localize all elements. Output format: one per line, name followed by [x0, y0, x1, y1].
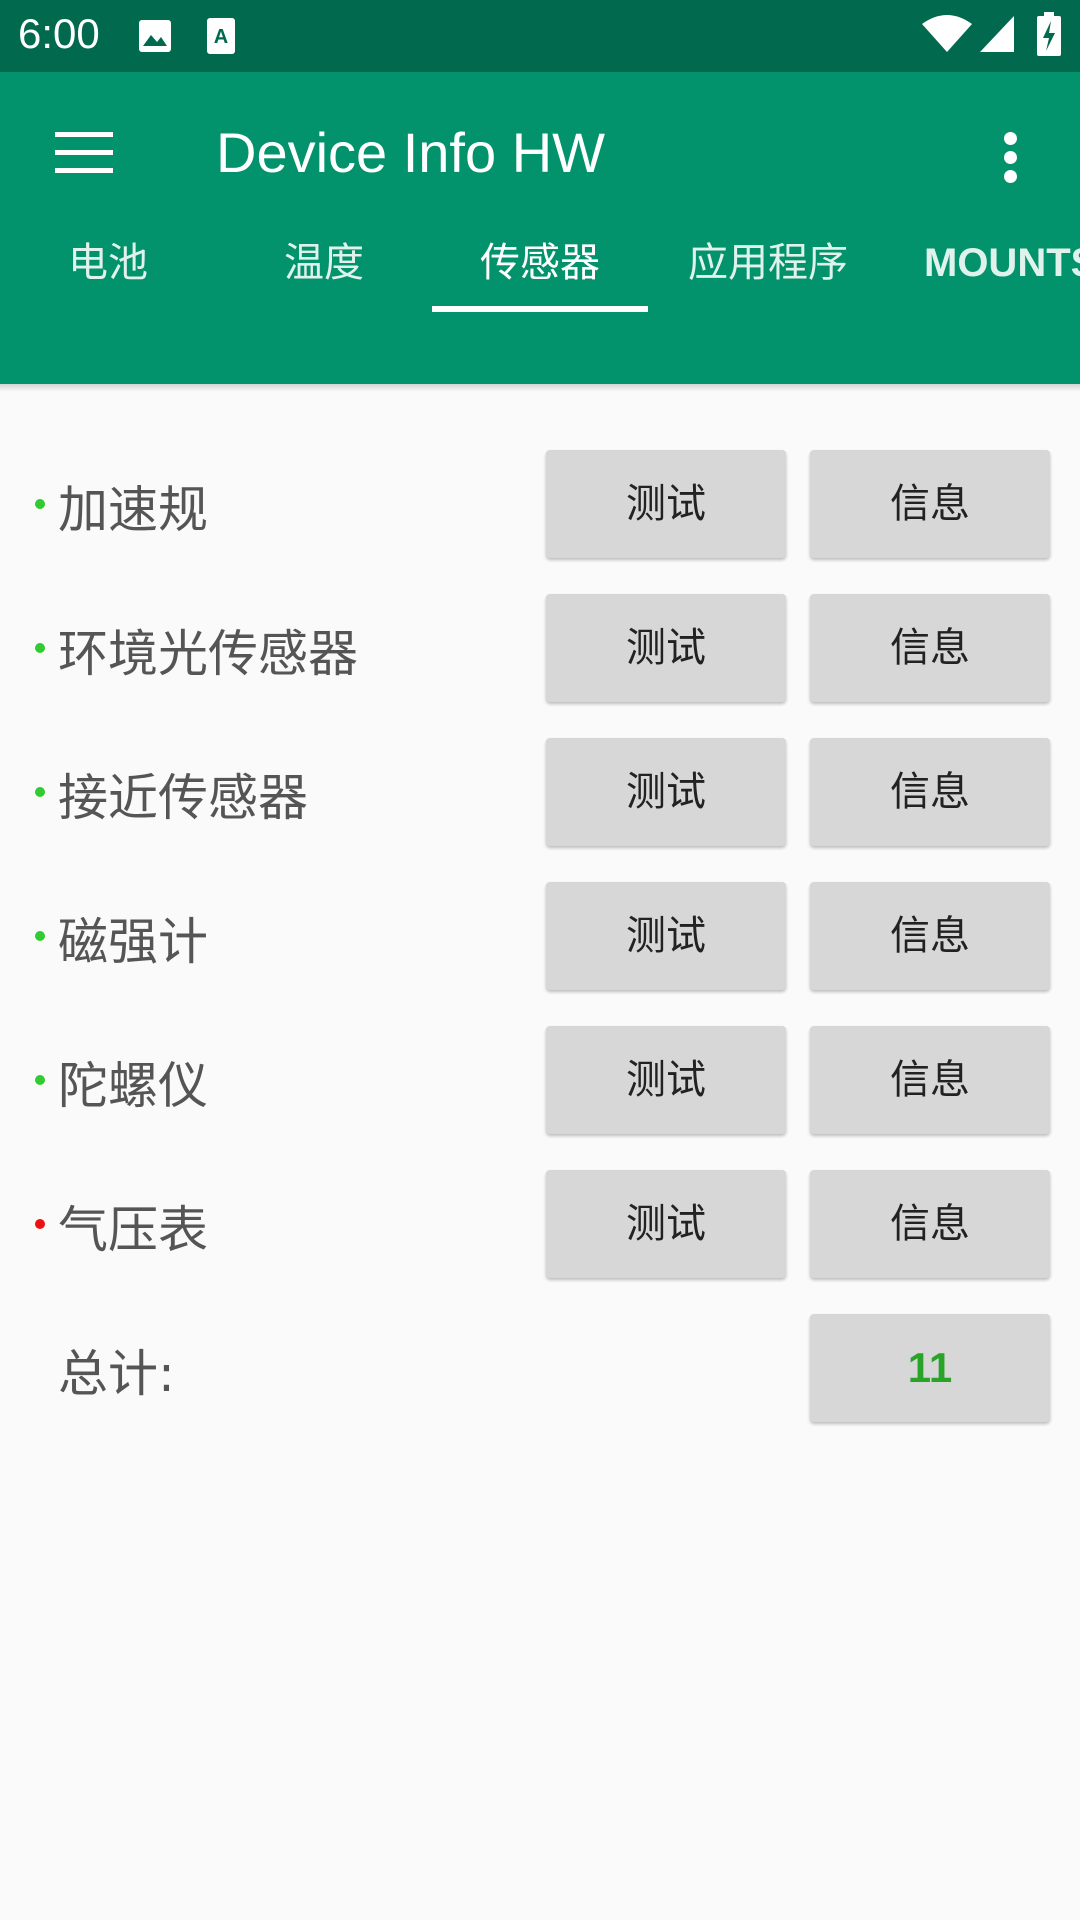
test-button[interactable]: 测试: [546, 1026, 786, 1134]
active-tab-indicator: [432, 306, 648, 312]
tab-strip: 电池 温度 传感器 应用程序 MOUNTS: [0, 214, 1080, 312]
info-button[interactable]: 信息: [810, 882, 1050, 990]
total-count: 11: [907, 1344, 953, 1391]
total-count-button[interactable]: 11: [810, 1314, 1050, 1422]
status-dot: [35, 1075, 45, 1085]
total-row: 总计: 11: [0, 1314, 1080, 1422]
sensor-label: 接近传感器: [58, 769, 308, 827]
app-title: Device Info HW: [216, 121, 605, 184]
info-button[interactable]: 信息: [810, 1026, 1050, 1134]
info-button[interactable]: 信息: [810, 738, 1050, 846]
sensor-row-gyroscope: 陀螺仪 测试 信息: [0, 1026, 1080, 1134]
image-icon: [139, 20, 171, 52]
wifi-icon: [922, 15, 972, 52]
test-button[interactable]: 测试: [546, 594, 786, 702]
status-dot: [35, 1219, 45, 1229]
status-dot: [35, 643, 45, 653]
sensor-label: 加速规: [58, 481, 208, 539]
more-vert-icon[interactable]: [1004, 132, 1022, 184]
sensor-row-ambient-light: 环境光传感器 测试 信息: [0, 594, 1080, 702]
sensor-label: 气压表: [58, 1201, 208, 1259]
tab-sensors[interactable]: 传感器: [432, 214, 648, 312]
info-button[interactable]: 信息: [810, 450, 1050, 558]
signal-icon: [980, 16, 1014, 52]
tab-battery[interactable]: 电池: [0, 214, 216, 312]
tab-applications[interactable]: 应用程序: [648, 214, 888, 312]
battery-charging-icon: [1037, 12, 1061, 56]
tab-mounts[interactable]: MOUNTS: [924, 214, 1080, 312]
test-button[interactable]: 测试: [546, 738, 786, 846]
sensor-label: 陀螺仪: [58, 1057, 208, 1115]
sensor-row-proximity: 接近传感器 测试 信息: [0, 738, 1080, 846]
info-button[interactable]: 信息: [810, 594, 1050, 702]
status-bar: 6:00 A: [0, 0, 1080, 72]
sensor-label: 环境光传感器: [58, 625, 358, 683]
status-dot: [35, 787, 45, 797]
status-dot: [35, 499, 45, 509]
sensor-row-accelerometer: 加速规 测试 信息: [0, 450, 1080, 558]
test-button[interactable]: 测试: [546, 882, 786, 990]
hamburger-menu-icon[interactable]: [55, 132, 113, 173]
sensor-row-barometer: 气压表 测试 信息: [0, 1170, 1080, 1278]
app-bar-shadow: [0, 384, 1080, 392]
status-dot: [35, 931, 45, 941]
total-label: 总计:: [58, 1345, 175, 1403]
tab-temperature[interactable]: 温度: [216, 214, 432, 312]
svg-text:A: A: [214, 26, 228, 48]
status-time: 6:00: [18, 10, 100, 57]
font-icon: A: [207, 18, 235, 54]
info-button[interactable]: 信息: [810, 1170, 1050, 1278]
test-button[interactable]: 测试: [546, 1170, 786, 1278]
sensor-label: 磁强计: [58, 913, 208, 971]
test-button[interactable]: 测试: [546, 450, 786, 558]
sensor-row-magnetometer: 磁强计 测试 信息: [0, 882, 1080, 990]
